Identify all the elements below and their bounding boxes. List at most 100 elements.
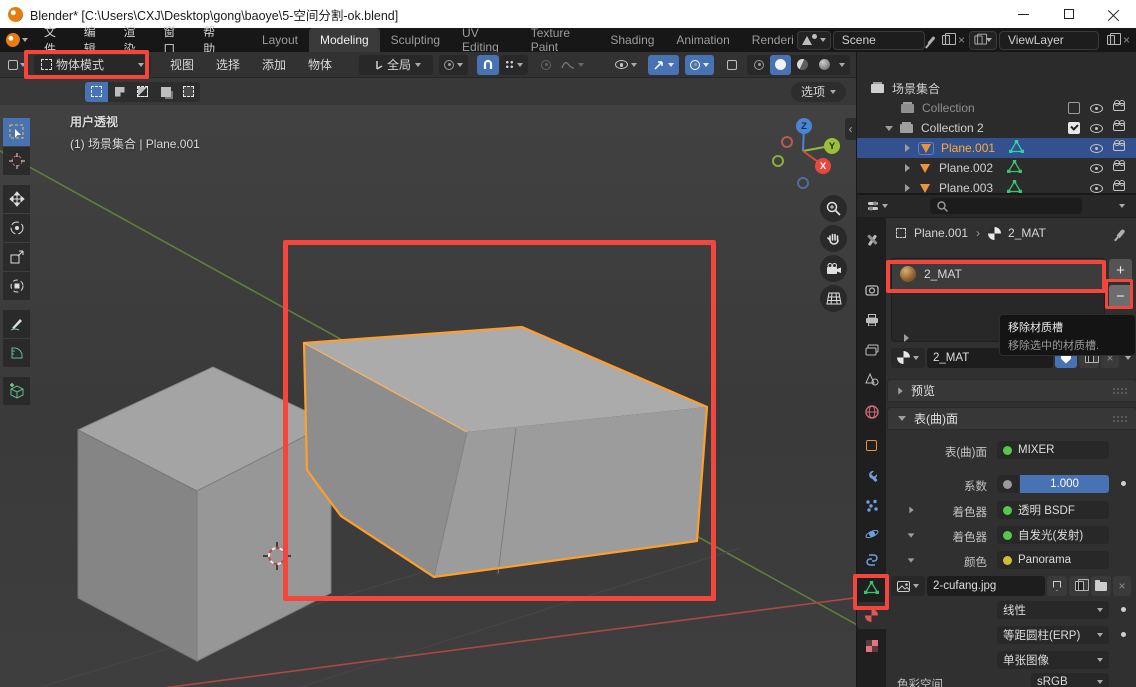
nav-axis-z[interactable]: Z (796, 118, 812, 134)
add-material-slot-button[interactable]: + (1109, 259, 1132, 282)
workspace-tab-rendering[interactable]: Renderi (741, 28, 793, 52)
tab-output[interactable] (857, 306, 886, 333)
camera-view-button[interactable] (820, 255, 847, 282)
tab-render[interactable] (857, 276, 886, 303)
scene-copy-icon[interactable] (942, 35, 950, 45)
close-button[interactable] (1091, 0, 1136, 28)
mesh-plane-002[interactable] (78, 367, 331, 661)
colorspace-dropdown[interactable]: sRGB (1031, 673, 1109, 687)
select-mode-intersect[interactable] (177, 82, 200, 102)
tab-constraints[interactable] (857, 546, 886, 573)
shading-wireframe-button[interactable] (749, 55, 769, 75)
hide-eye-icon[interactable] (1090, 124, 1103, 133)
browse-material-button[interactable] (891, 348, 925, 368)
shader-1-dropdown[interactable]: 透明 BSDF (997, 501, 1109, 519)
render-camera-icon[interactable] (1113, 103, 1125, 111)
color-dropdown[interactable]: Panorama (997, 551, 1109, 569)
menu-render[interactable]: 渲染 (114, 28, 154, 52)
hide-eye-icon[interactable] (1090, 164, 1103, 173)
hide-eye-icon[interactable] (1090, 144, 1103, 153)
render-camera-icon[interactable] (1113, 163, 1125, 171)
image-new-button[interactable] (1069, 576, 1089, 596)
viewlayer-remove-icon[interactable]: × (1123, 33, 1130, 47)
pan-button[interactable] (820, 225, 847, 252)
sidebar-collapse-handle[interactable]: ‹ (845, 118, 856, 140)
collection-2-checkbox[interactable] (1068, 122, 1080, 134)
tab-view-layer[interactable] (857, 336, 886, 363)
workspace-tab-animation[interactable]: Animation (665, 28, 740, 52)
shader-2-dropdown[interactable]: 自发光(发射) (997, 526, 1109, 544)
scene-name-field[interactable]: Scene (833, 31, 925, 50)
menu-file[interactable]: 文件 (34, 28, 74, 52)
pin-icon[interactable] (927, 35, 935, 44)
gizmos-dropdown[interactable] (648, 55, 679, 75)
proportional-edit-button[interactable] (536, 55, 556, 75)
select-mode-extend[interactable] (108, 82, 131, 102)
tool-add-cube[interactable] (3, 377, 30, 405)
preview-panel-header[interactable]: 预览 (887, 379, 1136, 402)
outliner-row-collection[interactable]: Collection (857, 98, 1136, 118)
image-fake-user-button[interactable] (1047, 576, 1067, 596)
scene-unlink-icon[interactable]: × (958, 33, 965, 47)
image-name-field[interactable]: 2-cufang.jpg (927, 576, 1045, 596)
expand-chevron-icon[interactable] (905, 184, 910, 192)
surface-value-dropdown[interactable]: MIXER (997, 441, 1109, 459)
workspace-tab-sculpting[interactable]: Sculpting (380, 28, 451, 52)
pin-id-icon[interactable] (1117, 228, 1126, 237)
tool-annotate[interactable] (3, 310, 30, 338)
browse-image-button[interactable] (891, 576, 925, 596)
outliner-row-plane-001[interactable]: Plane.001 (857, 138, 1136, 158)
tab-material[interactable] (857, 602, 886, 629)
pivot-point-dropdown[interactable] (439, 55, 468, 75)
tab-world[interactable] (857, 398, 886, 425)
tool-scale[interactable] (3, 243, 30, 271)
workspace-tab-uv-editing[interactable]: UV Editing (451, 28, 520, 52)
properties-search-input[interactable] (930, 198, 1082, 214)
mode-dropdown[interactable]: 物体模式 (34, 55, 151, 75)
tab-modifiers[interactable] (857, 462, 886, 489)
expand-chevron-icon[interactable] (905, 164, 910, 172)
overlays-dropdown[interactable] (685, 55, 714, 75)
tab-tool[interactable] (857, 226, 886, 253)
outliner-row-plane-002[interactable]: Plane.002 (857, 158, 1136, 178)
render-camera-icon[interactable] (1113, 143, 1125, 151)
material-specials-chevron[interactable] (1125, 356, 1131, 360)
tab-object-data[interactable] (857, 574, 886, 601)
workspace-tab-texture-paint[interactable]: Texture Paint (520, 28, 600, 52)
tab-particles[interactable] (857, 492, 886, 519)
select-mode-new[interactable] (85, 82, 108, 102)
show-object-types-dropdown[interactable] (610, 55, 642, 75)
shading-solid-button[interactable] (770, 55, 791, 75)
workspace-tab-layout[interactable]: Layout (251, 28, 309, 52)
outliner-row-collection-2[interactable]: Collection 2 (857, 118, 1136, 138)
breadcrumb-material[interactable]: 2_MAT (1008, 226, 1046, 240)
properties-filter-chevron[interactable] (1119, 204, 1125, 208)
tool-transform[interactable] (3, 272, 30, 300)
render-camera-icon[interactable] (1113, 183, 1125, 191)
expand-chevron-icon[interactable] (885, 126, 893, 131)
options-dropdown[interactable]: 选项 (791, 82, 846, 102)
hide-eye-icon[interactable] (1090, 104, 1103, 113)
factor-slider[interactable]: 1.000 (1020, 475, 1109, 493)
snap-toggle-button[interactable] (477, 55, 499, 75)
snap-with-dropdown[interactable] (500, 55, 528, 75)
proportional-falloff-dropdown[interactable] (556, 55, 589, 75)
menu-add[interactable]: 添加 (251, 56, 297, 73)
hide-eye-icon[interactable] (1090, 184, 1103, 193)
surface-panel-header[interactable]: 表(曲)面 (887, 407, 1136, 430)
panel-grip-icon[interactable] (1112, 387, 1128, 395)
tool-move[interactable] (3, 185, 30, 213)
tool-select-box[interactable] (3, 118, 30, 146)
interpolation-dropdown[interactable]: 线性 (997, 601, 1109, 619)
shading-material-button[interactable] (792, 55, 813, 75)
minimize-button[interactable] (1001, 0, 1046, 28)
tool-measure[interactable] (3, 339, 30, 367)
tab-object[interactable] (857, 432, 886, 459)
collection-checkbox[interactable] (1068, 102, 1080, 114)
material-slot-row[interactable]: 2_MAT (892, 259, 1104, 289)
tool-rotate[interactable] (3, 214, 30, 242)
image-open-button[interactable] (1091, 576, 1111, 596)
panel-grip-icon[interactable] (1112, 415, 1128, 423)
menu-edit[interactable]: 编辑 (74, 28, 114, 52)
menu-view[interactable]: 视图 (159, 56, 205, 73)
